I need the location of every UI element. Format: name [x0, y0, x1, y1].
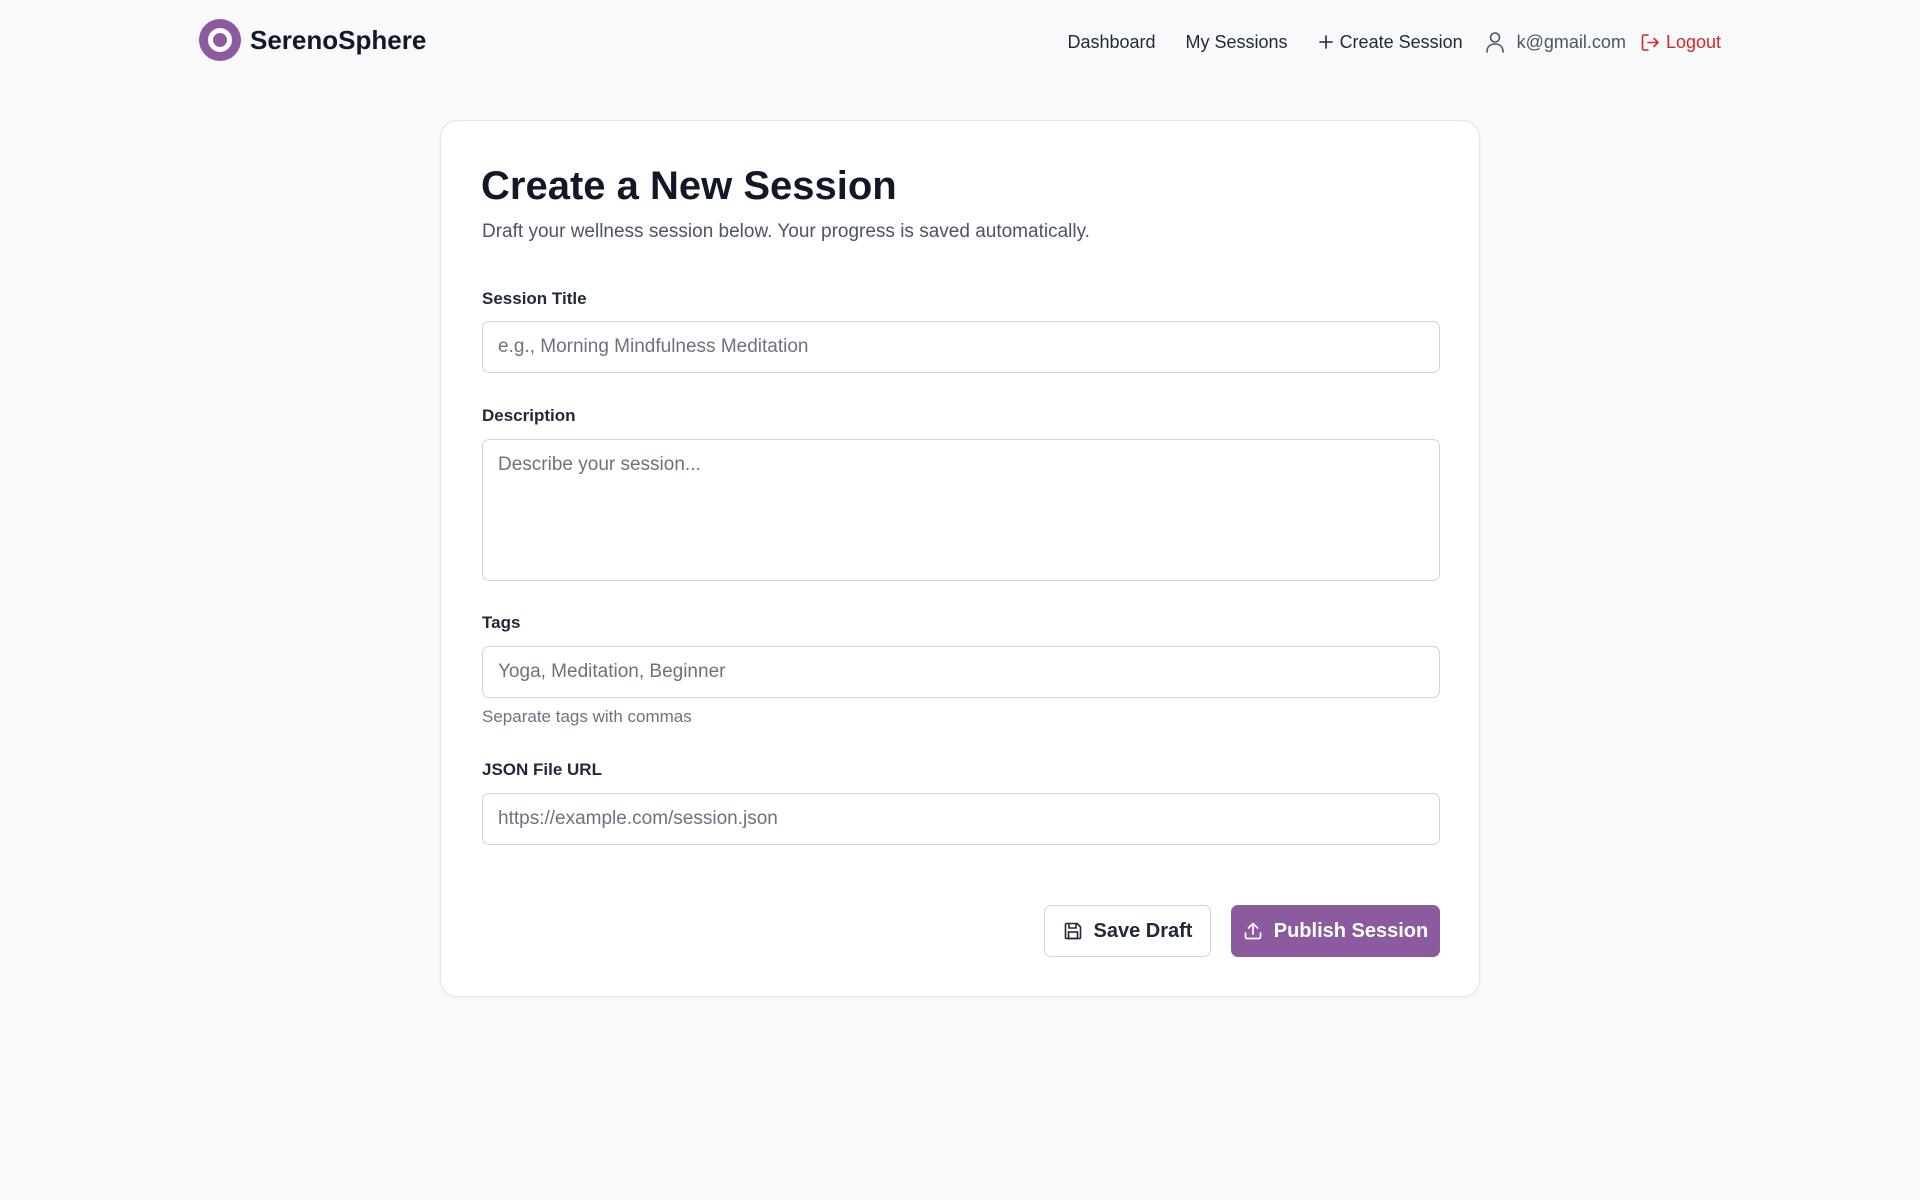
- tags-label: Tags: [482, 613, 521, 632]
- publish-session-label: Publish Session: [1273, 919, 1429, 942]
- nav-dashboard-link[interactable]: Dashboard: [1067, 32, 1155, 53]
- page-title: Create a New Session: [481, 164, 897, 208]
- top-navbar: SerenoSphere Dashboard My Sessions Creat…: [0, 0, 1920, 82]
- description-textarea[interactable]: [482, 439, 1440, 581]
- nav-my-sessions-link[interactable]: My Sessions: [1186, 32, 1288, 53]
- description-label: Description: [482, 406, 576, 425]
- brand-name: SerenoSphere: [250, 24, 427, 55]
- save-draft-button[interactable]: Save Draft: [1044, 905, 1211, 957]
- save-draft-label: Save Draft: [1093, 919, 1193, 942]
- plus-icon: [1318, 34, 1334, 50]
- user-info: k@gmail.com: [1485, 31, 1626, 53]
- ring-logo-icon: [199, 19, 241, 61]
- json-url-input[interactable]: [482, 793, 1440, 845]
- user-email: k@gmail.com: [1516, 31, 1626, 52]
- logout-label: Logout: [1665, 31, 1721, 52]
- nav-create-session-label: Create Session: [1339, 31, 1463, 52]
- brand-home-link[interactable]: SerenoSphere: [199, 19, 426, 61]
- logout-icon: [1641, 33, 1660, 52]
- upload-icon: [1243, 921, 1263, 941]
- logout-button[interactable]: Logout: [1641, 32, 1721, 53]
- session-title-input[interactable]: [482, 321, 1440, 373]
- floppy-disk-icon: [1063, 921, 1083, 941]
- main-nav: Dashboard My Sessions Create Session k@g…: [1067, 24, 1721, 60]
- page-subtitle: Draft your wellness session below. Your …: [482, 221, 1090, 242]
- session-title-label: Session Title: [482, 289, 587, 308]
- publish-session-button[interactable]: Publish Session: [1231, 905, 1440, 957]
- create-session-card: Create a New Session Draft your wellness…: [440, 120, 1480, 997]
- json-url-label: JSON File URL: [482, 760, 602, 779]
- nav-create-session-link[interactable]: Create Session: [1318, 32, 1463, 53]
- tags-input[interactable]: [482, 646, 1440, 698]
- tags-help-text: Separate tags with commas: [482, 707, 692, 726]
- user-icon: [1485, 31, 1505, 53]
